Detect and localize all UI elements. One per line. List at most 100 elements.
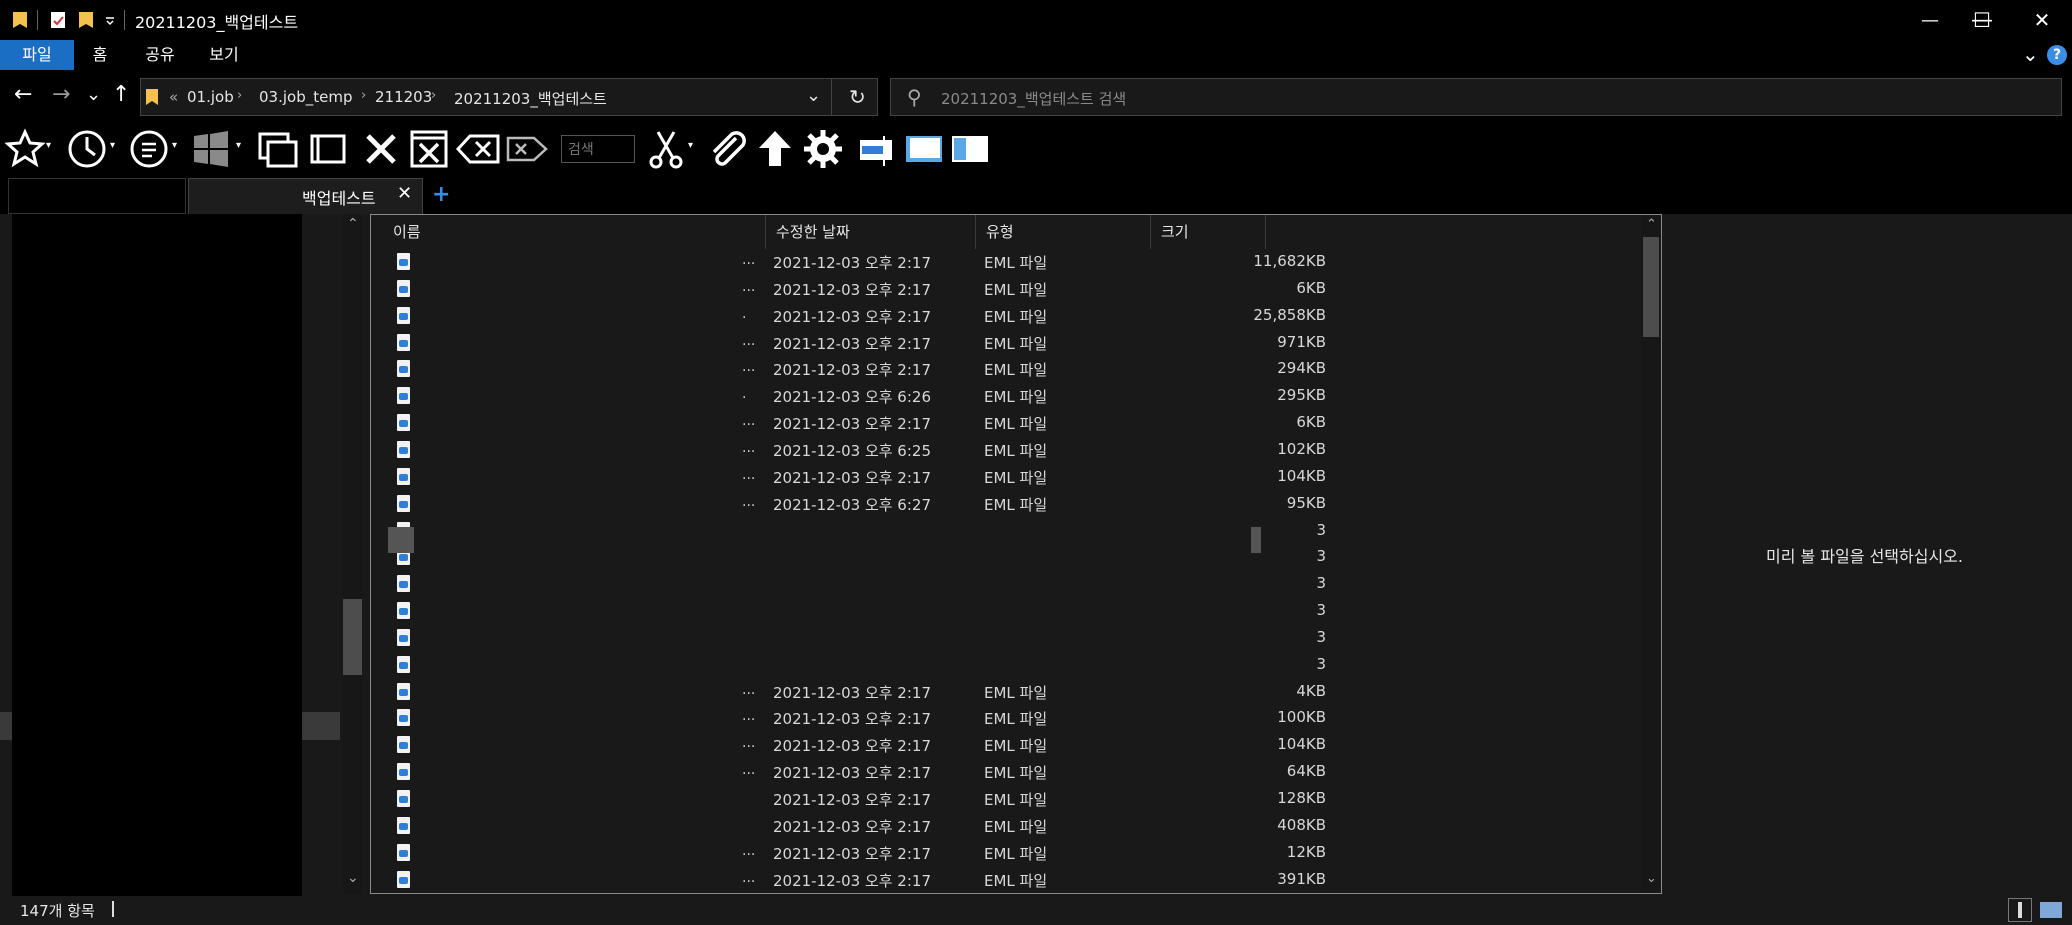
breadcrumb-item[interactable]: 01.job	[187, 88, 234, 106]
maximize-button[interactable]: ☐	[1952, 0, 2012, 40]
search-input[interactable]: ⚲ 20211203_백업테스트 검색	[890, 78, 2062, 116]
forward-button[interactable]: →	[52, 82, 70, 107]
table-row[interactable]: . 2021-12-03 오후 6:26 EML 파일 295KB	[371, 383, 1636, 409]
details-pane-icon[interactable]	[904, 128, 944, 170]
table-row[interactable]: 2021-12-03 오후 2:17 EML 파일 128KB	[371, 786, 1636, 812]
file-list[interactable]: 이름 ⌃ 수정한 날짜 유형 크기 ... 2021-12-03 오후 2:17 E…	[370, 214, 1662, 894]
table-row[interactable]: 2021-12-03 오후 2:17 EML 파일 408KB	[371, 813, 1636, 839]
tab-file[interactable]: 파일	[0, 40, 74, 70]
folder-icon	[13, 12, 27, 28]
table-row[interactable]: ... 2021-12-03 오후 2:17 EML 파일 104KB	[371, 732, 1636, 758]
table-row[interactable]: 3	[371, 652, 1636, 678]
table-row[interactable]: 3	[371, 625, 1636, 651]
scroll-up-icon[interactable]: ⌃	[1646, 217, 1657, 232]
table-row[interactable]: 3	[371, 518, 1636, 544]
up-button[interactable]: ↑	[112, 82, 130, 107]
refresh-icon[interactable]: ↻	[849, 85, 866, 109]
scroll-down-icon[interactable]: ⌄	[1646, 871, 1657, 886]
pane-toggle-icon[interactable]	[858, 128, 894, 170]
cell-type: EML 파일	[984, 710, 1048, 729]
file-list-scrollbar-thumb[interactable]	[1643, 237, 1659, 337]
table-row[interactable]: ... 2021-12-03 오후 6:25 EML 파일 102KB	[371, 437, 1636, 463]
new-window-icon[interactable]	[256, 128, 298, 170]
column-header-date[interactable]: 수정한 날짜	[766, 215, 976, 249]
add-tab-icon[interactable]: +	[432, 182, 450, 207]
nav-scrollbar-thumb[interactable]	[343, 599, 362, 675]
column-header-size[interactable]: 크기	[1151, 215, 1266, 249]
attach-paperclip-icon[interactable]	[706, 128, 748, 170]
backspace-icon[interactable]	[456, 128, 502, 170]
address-bar[interactable]: « 01.job › 03.job_temp › 211203 › 202112…	[140, 78, 878, 116]
column-header-type[interactable]: 유형	[976, 215, 1151, 249]
recent-locations-button[interactable]: ⌄	[86, 84, 101, 105]
table-row[interactable]: ... 2021-12-03 오후 2:17 EML 파일 391KB	[371, 867, 1636, 893]
scroll-up-icon[interactable]: ⌃	[347, 216, 359, 232]
ribbon-expand-icon[interactable]: ⌄	[2022, 42, 2039, 66]
favorite-star-icon[interactable]	[4, 128, 46, 170]
tab-inactive[interactable]	[8, 178, 186, 214]
breadcrumb-separator[interactable]: ›	[431, 88, 436, 103]
tab-share[interactable]: 공유	[136, 40, 184, 70]
cell-size: 4KB	[1296, 681, 1326, 700]
recent-files-clock-icon[interactable]	[128, 128, 170, 170]
table-row[interactable]: ... 2021-12-03 오후 2:17 EML 파일 971KB	[371, 330, 1636, 356]
breadcrumb-separator[interactable]: ›	[237, 88, 242, 103]
breadcrumb-item[interactable]: 03.job_temp	[259, 88, 352, 106]
back-button[interactable]: ←	[14, 82, 32, 107]
new-folder-icon[interactable]	[78, 10, 94, 30]
truncated-name: ...	[742, 439, 756, 456]
navigation-pane[interactable]: ⌃ ⌄	[0, 214, 365, 899]
table-row[interactable]: ... 2021-12-03 오후 2:17 EML 파일 294KB	[371, 356, 1636, 382]
properties-icon[interactable]	[50, 10, 66, 30]
close-button[interactable]: ✕	[2012, 0, 2072, 40]
cell-size: 3	[1316, 627, 1326, 646]
table-row[interactable]: 3	[371, 598, 1636, 624]
breadcrumb-separator[interactable]: ›	[361, 88, 366, 103]
duplicate-tab-icon[interactable]	[306, 128, 348, 170]
customize-toolbar-icon[interactable]	[104, 10, 116, 30]
cut-scissors-icon[interactable]	[646, 128, 688, 170]
tab-home[interactable]: 홈	[80, 40, 120, 70]
windows-icon[interactable]	[190, 128, 232, 170]
address-dropdown-icon[interactable]: ⌄	[806, 85, 821, 106]
table-row[interactable]: ... 2021-12-03 오후 2:17 EML 파일 6KB	[371, 410, 1636, 436]
toolbar-search-input[interactable]: 검색	[561, 135, 635, 163]
eml-file-icon	[397, 709, 410, 727]
large-icons-view-button[interactable]	[2040, 902, 2062, 918]
delete-forward-icon[interactable]	[504, 128, 550, 170]
table-row[interactable]: ... 2021-12-03 오후 2:17 EML 파일 64KB	[371, 759, 1636, 785]
truncated-name: ...	[742, 278, 756, 295]
table-row[interactable]: 3	[371, 544, 1636, 570]
table-row[interactable]: 3	[371, 571, 1636, 597]
breadcrumb-item[interactable]: 211203	[375, 88, 432, 106]
help-icon[interactable]: ?	[2047, 45, 2067, 65]
ribbon-tabs: 파일 홈 공유 보기 ⌄ ?	[0, 40, 2072, 70]
table-row[interactable]: ... 2021-12-03 오후 2:17 EML 파일 6KB	[371, 276, 1636, 302]
table-row[interactable]: . 2021-12-03 오후 2:17 EML 파일 25,858KB	[371, 303, 1636, 329]
table-row[interactable]: ... 2021-12-03 오후 2:17 EML 파일 4KB	[371, 679, 1636, 705]
close-window-icon[interactable]	[408, 128, 450, 170]
truncated-name: ...	[742, 466, 756, 483]
minimize-button[interactable]: —	[1900, 0, 1960, 40]
title-bar: 20211203_백업테스트 —	[0, 0, 2072, 40]
scroll-down-icon[interactable]: ⌄	[347, 870, 359, 886]
cell-date: 2021-12-03 오후 2:17	[773, 871, 931, 890]
details-view-button[interactable]	[2008, 898, 2032, 922]
history-clock-icon[interactable]	[66, 128, 108, 170]
arrow-up-icon[interactable]	[754, 128, 796, 170]
table-row[interactable]: ... 2021-12-03 오후 2:17 EML 파일 12KB	[371, 840, 1636, 866]
eml-file-icon	[397, 843, 410, 861]
tab-view[interactable]: 보기	[200, 40, 248, 70]
settings-gear-icon[interactable]	[802, 128, 844, 170]
table-row[interactable]: ... 2021-12-03 오후 2:17 EML 파일 104KB	[371, 464, 1636, 490]
tab-close-icon[interactable]: ✕	[397, 183, 412, 204]
breadcrumb-item[interactable]: 20211203_백업테스트	[454, 88, 607, 109]
tab-active[interactable]: 백업테스트 ✕	[188, 178, 423, 214]
preview-pane-icon[interactable]	[950, 128, 990, 170]
breadcrumb-overflow[interactable]: «	[169, 88, 178, 106]
nav-scrollbar[interactable]: ⌃ ⌄	[343, 214, 362, 894]
table-row[interactable]: ... 2021-12-03 오후 2:17 EML 파일 100KB	[371, 705, 1636, 731]
close-x-icon[interactable]	[360, 128, 402, 170]
table-row[interactable]: ... 2021-12-03 오후 6:27 EML 파일 95KB	[371, 491, 1636, 517]
table-row[interactable]: ... 2021-12-03 오후 2:17 EML 파일 11,682KB	[371, 249, 1636, 275]
